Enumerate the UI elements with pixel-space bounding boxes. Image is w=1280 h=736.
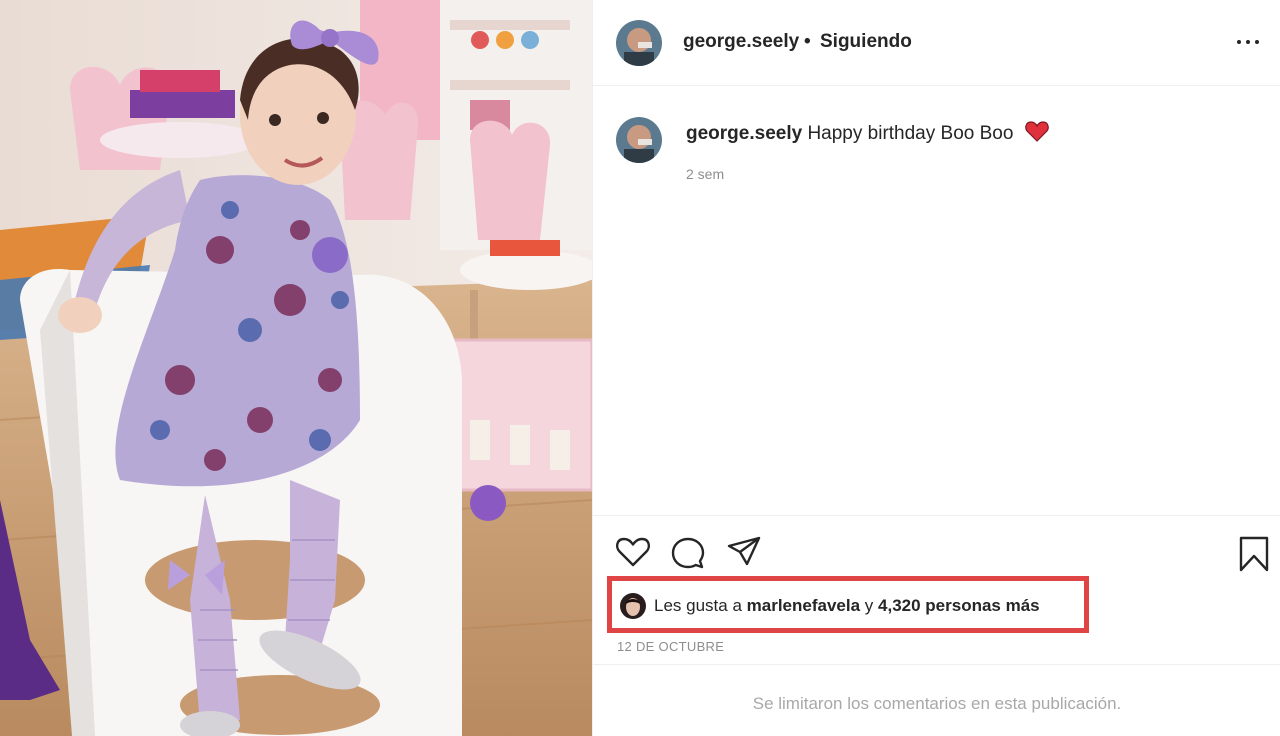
paper-plane-icon[interactable]	[727, 536, 761, 573]
author-username[interactable]: george.seely	[683, 31, 799, 53]
likes-summary: Les gusta a marlenefavela y 4,320 person…	[607, 576, 1089, 633]
likes-conjunction: y	[864, 596, 874, 615]
comment-icon[interactable]	[671, 536, 705, 575]
red-heart-icon	[1024, 120, 1049, 148]
author-avatar[interactable]	[616, 20, 662, 66]
heart-icon[interactable]	[615, 536, 651, 573]
caption-line: george.seely Happy birthday Boo Boo	[686, 120, 1049, 148]
caption-text: Happy birthday Boo Boo	[807, 123, 1014, 144]
action-bar	[593, 515, 1280, 575]
author-avatar-image	[616, 20, 662, 66]
post-detail-panel: george.seely • Siguiendo george.seely Ha…	[592, 0, 1280, 736]
liker-avatar[interactable]	[620, 593, 646, 619]
comments-limited-bar: Se limitaron los comentarios en esta pub…	[593, 664, 1280, 736]
likes-text: Les gusta a marlenefavela y 4,320 person…	[654, 596, 1040, 616]
post-photo-illustration	[0, 0, 592, 736]
post-header: george.seely • Siguiendo	[593, 0, 1280, 86]
liker-username[interactable]: marlenefavela	[747, 596, 860, 615]
caption-author-avatar[interactable]	[616, 117, 662, 163]
caption-timestamp[interactable]: 2 sem	[686, 166, 724, 182]
likes-count-link[interactable]: 4,320 personas más	[878, 596, 1040, 615]
header-separator: •	[804, 31, 811, 52]
likes-prefix: Les gusta a	[654, 596, 742, 615]
following-button[interactable]: Siguiendo	[820, 31, 912, 53]
post-date[interactable]: 12 DE OCTUBRE	[617, 639, 724, 654]
bookmark-icon[interactable]	[1239, 536, 1269, 577]
caption-avatar-image	[616, 117, 662, 163]
comments-limited-notice: Se limitaron los comentarios en esta pub…	[752, 694, 1122, 713]
caption-username[interactable]: george.seely	[686, 123, 802, 144]
liker-avatar-image	[620, 593, 646, 619]
post-photo[interactable]	[0, 0, 592, 736]
more-options-icon[interactable]	[1237, 32, 1261, 52]
